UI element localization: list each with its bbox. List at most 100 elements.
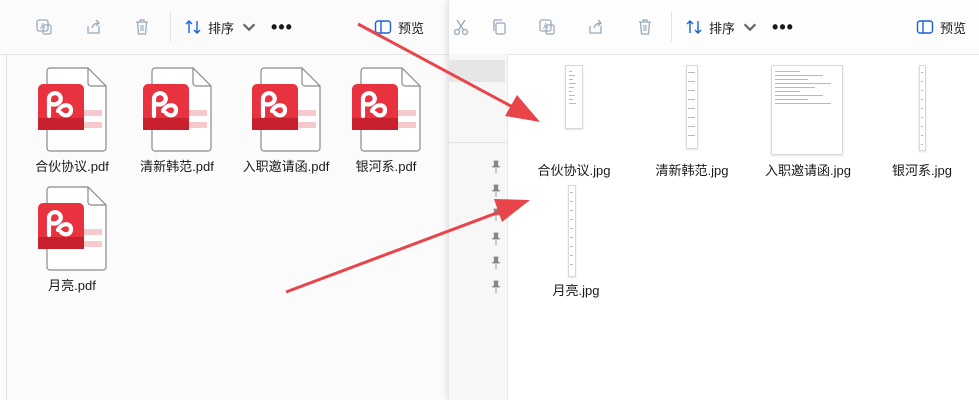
chevron-down-icon xyxy=(743,23,757,32)
rename-icon: A xyxy=(36,19,52,35)
share-button[interactable] xyxy=(582,13,610,41)
pin-icon[interactable] xyxy=(489,232,503,246)
share-icon xyxy=(589,19,602,34)
sort-icon xyxy=(686,20,702,34)
file-name: 银河系.jpg xyxy=(892,163,952,178)
image-thumbnail xyxy=(686,65,698,149)
rename-button[interactable]: A xyxy=(30,13,58,41)
thumbnail-text-line xyxy=(688,108,695,109)
thumbnail-text-line xyxy=(775,75,823,76)
image-thumbnail xyxy=(919,65,926,151)
pane-divider xyxy=(6,54,7,400)
thumbnail-text-line xyxy=(921,117,923,118)
image-thumbnail xyxy=(771,65,843,155)
nav-selected-item[interactable] xyxy=(449,60,505,82)
file-item[interactable]: 银河系.jpg xyxy=(867,60,977,180)
pin-icon[interactable] xyxy=(489,208,503,222)
more-options-button[interactable]: ••• xyxy=(768,13,798,41)
cut-button[interactable] xyxy=(447,13,475,41)
thumbnail-text-line xyxy=(775,99,808,100)
thumbnail-text-line xyxy=(570,264,573,265)
sort-icon xyxy=(185,20,201,34)
pdf-file-icon xyxy=(36,66,108,152)
thumbnail-text-line xyxy=(569,83,576,84)
preview-icon xyxy=(374,20,392,34)
thumbnail-text-line xyxy=(921,90,923,91)
file-item[interactable]: 月亮.jpg xyxy=(521,180,631,300)
pin-icon[interactable] xyxy=(489,184,503,198)
thumbnail-text-line xyxy=(921,99,923,100)
navigation-pane[interactable] xyxy=(449,54,508,400)
file-item[interactable]: 合伙协议.pdf xyxy=(22,66,122,175)
preview-label: 预览 xyxy=(398,20,425,36)
file-name: 入职邀请函.pdf xyxy=(242,159,330,174)
share-icon xyxy=(87,19,100,34)
preview-button[interactable]: 预览 xyxy=(374,13,424,41)
file-name: 月亮.pdf xyxy=(48,278,96,293)
thumbnail-text-line xyxy=(688,90,695,91)
file-item[interactable]: 入职邀请函.jpg xyxy=(753,60,863,180)
thumbnail-text-line xyxy=(921,72,923,73)
file-name: 合伙协议.jpg xyxy=(537,163,611,178)
file-item[interactable]: 月亮.pdf xyxy=(22,185,122,294)
thumbnail-text-line xyxy=(569,71,572,72)
thumbnail-text-line xyxy=(570,237,573,238)
thumbnail-text-line xyxy=(569,87,574,88)
file-item[interactable]: 合伙协议.jpg xyxy=(519,60,629,180)
file-item[interactable]: 入职邀请函.pdf xyxy=(236,66,336,175)
delete-icon xyxy=(136,19,148,35)
thumbnail-text-line xyxy=(570,201,573,202)
pdf-file-icon xyxy=(250,66,322,152)
copy-icon xyxy=(493,19,506,35)
preview-button[interactable]: 预览 xyxy=(916,13,966,41)
pin-icon[interactable] xyxy=(489,160,503,174)
thumbnail-text-line xyxy=(921,81,923,82)
delete-button[interactable] xyxy=(631,13,659,41)
thumbnail-text-line xyxy=(688,72,695,73)
chevron-down-icon xyxy=(242,23,256,32)
preview-icon xyxy=(916,20,934,34)
thumbnail-text-line xyxy=(921,108,923,109)
pin-icon[interactable] xyxy=(489,280,503,294)
thumbnail-text-line xyxy=(688,117,695,118)
thumbnail-text-line xyxy=(569,103,576,104)
preview-label: 预览 xyxy=(940,20,967,36)
file-name: 合伙协议.pdf xyxy=(35,159,109,174)
delete-icon xyxy=(639,19,651,35)
thumbnail-text-line xyxy=(775,79,808,80)
thumbnail-text-line xyxy=(775,91,800,92)
sort-button[interactable]: 排序 xyxy=(685,13,759,41)
file-item[interactable]: 银河系.pdf xyxy=(336,66,436,175)
right-explorer-window: A 排序 ••• 预览 合伙协议.jpg 清新韩范.jpg 入职邀请函.jpg … xyxy=(449,0,979,400)
image-thumbnail xyxy=(568,185,576,277)
toolbar-separator xyxy=(671,12,672,42)
thumbnail-text-line xyxy=(569,91,572,92)
thumbnail-text-line xyxy=(775,83,831,84)
rename-icon: A xyxy=(539,19,555,35)
sort-button[interactable]: 排序 xyxy=(184,13,258,41)
file-item[interactable]: 清新韩范.pdf xyxy=(127,66,227,175)
more-options-button[interactable]: ••• xyxy=(267,13,297,41)
pin-icon[interactable] xyxy=(489,256,503,270)
thumbnail-text-line xyxy=(688,135,695,136)
file-item[interactable]: 清新韩范.jpg xyxy=(637,60,747,180)
image-thumbnail xyxy=(565,65,583,129)
thumbnail-text-line xyxy=(775,71,800,72)
file-name: 月亮.jpg xyxy=(552,283,600,298)
pdf-file-icon xyxy=(36,185,108,271)
rename-button[interactable]: A xyxy=(533,13,561,41)
thumbnail-text-line xyxy=(921,126,923,127)
thumbnail-text-line xyxy=(688,81,695,82)
left-explorer-window: A 排序 ••• 预览 合伙协议.pdf 清新韩范.pdf 入职邀请函.pdf … xyxy=(0,0,449,400)
delete-button[interactable] xyxy=(128,13,156,41)
more-icon: ••• xyxy=(271,16,293,37)
right-toolbar: A 排序 ••• 预览 xyxy=(449,0,979,55)
copy-button[interactable] xyxy=(485,13,513,41)
thumbnail-text-line xyxy=(570,255,573,256)
thumbnail-text-line xyxy=(569,75,575,76)
thumbnail-text-line xyxy=(570,228,573,229)
pdf-file-icon xyxy=(350,66,422,152)
share-button[interactable] xyxy=(80,13,108,41)
pdf-file-icon xyxy=(141,66,213,152)
sort-label: 排序 xyxy=(709,20,736,36)
